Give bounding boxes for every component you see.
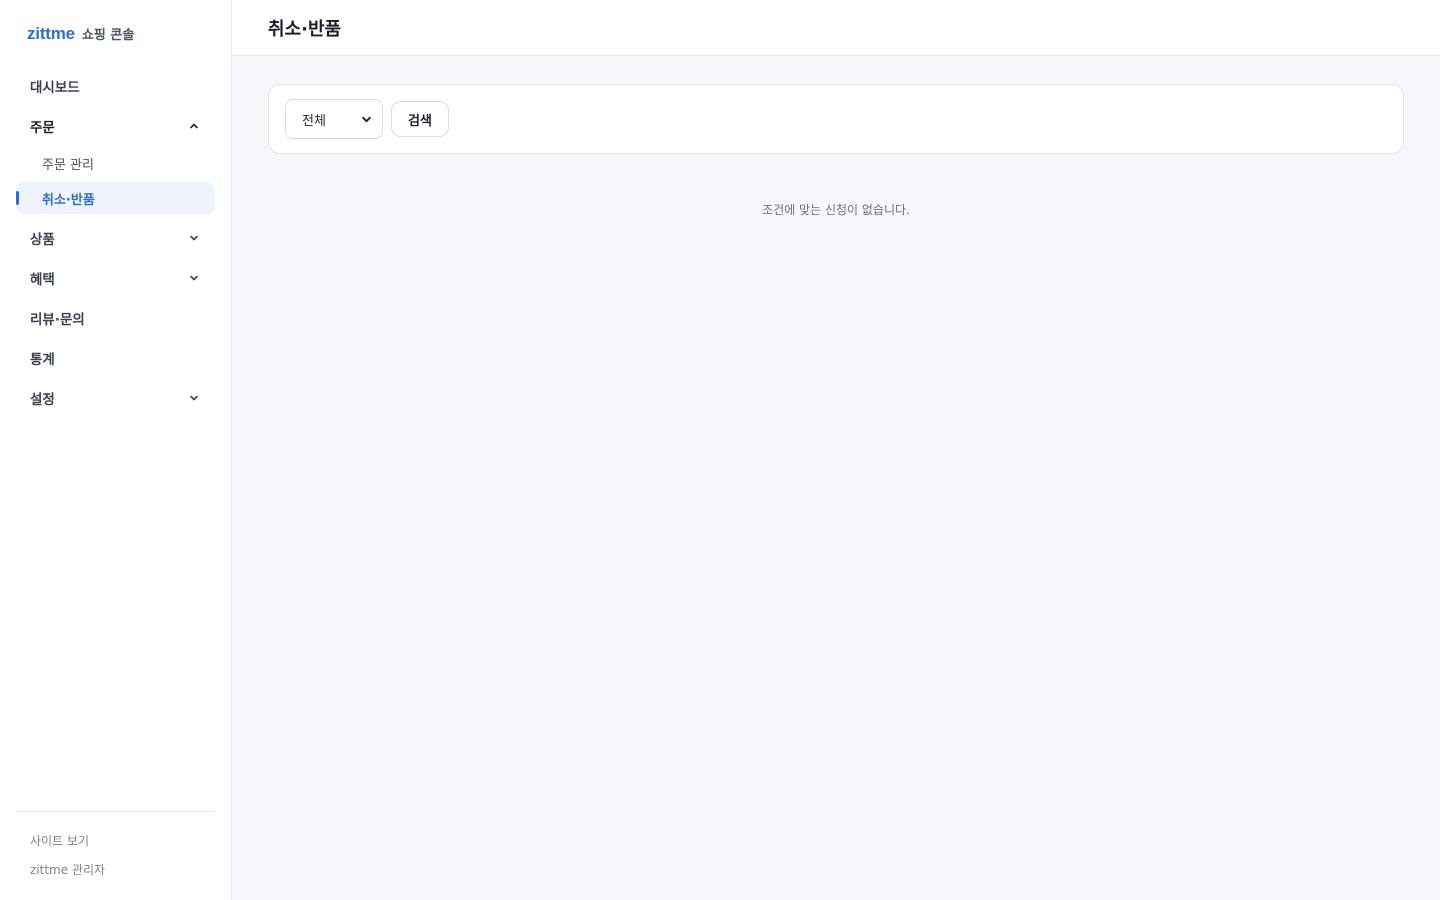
orders-submenu: 주문 관리 취소·반품 [16, 146, 215, 218]
chevron-down-icon [187, 231, 201, 245]
empty-state-message: 조건에 맞는 신청이 없습니다. [762, 203, 910, 217]
filter-card: 전체 검색 [268, 84, 1404, 154]
chevron-down-icon [187, 271, 201, 285]
view-site-link[interactable]: 사이트 보기 [16, 832, 215, 861]
sidebar-subitem-order-management[interactable]: 주문 관리 [16, 146, 215, 180]
sidebar-item-settings[interactable]: 설정 [16, 378, 215, 418]
sidebar-item-benefits[interactable]: 혜택 [16, 258, 215, 298]
sidebar-item-reviews[interactable]: 리뷰·문의 [16, 298, 215, 338]
search-button[interactable]: 검색 [391, 101, 449, 137]
sidebar-item-label: 주문 [30, 120, 55, 136]
active-indicator [16, 191, 19, 205]
chevron-up-icon [187, 119, 201, 133]
brand-subtitle: 쇼핑 콘솔 [81, 28, 135, 43]
top-bar: 취소·반품 [232, 0, 1440, 56]
sidebar-item-label: 통계 [30, 352, 55, 368]
chevron-down-icon [187, 391, 201, 405]
sidebar-item-label: 혜택 [30, 272, 55, 288]
admin-user-link[interactable]: zittme 관리자 [16, 861, 215, 890]
sidebar-item-products[interactable]: 상품 [16, 218, 215, 258]
sidebar-subitem-label: 주문 관리 [42, 157, 94, 173]
sidebar-item-label: 설정 [30, 392, 55, 408]
status-filter-select[interactable]: 전체 [285, 99, 383, 139]
sidebar-nav: 대시보드 주문 주문 관리 취소·반품 상품 혜택 리뷰·문의 통계 설정 [16, 66, 215, 418]
page-title: 취소·반품 [268, 19, 342, 40]
sidebar-footer: 사이트 보기 zittme 관리자 [16, 811, 215, 890]
sidebar-subitem-label: 취소·반품 [42, 192, 95, 208]
sidebar-subitem-cancel-return[interactable]: 취소·반품 [16, 182, 215, 214]
sidebar-item-label: 리뷰·문의 [30, 312, 85, 328]
chevron-down-icon [362, 116, 371, 122]
sidebar: zittme 쇼핑 콘솔 대시보드 주문 주문 관리 취소·반품 상품 혜택 리… [0, 0, 232, 900]
sidebar-item-label: 대시보드 [30, 80, 80, 96]
sidebar-item-label: 상품 [30, 232, 55, 248]
sidebar-item-orders[interactable]: 주문 [16, 106, 215, 146]
sidebar-item-dashboard[interactable]: 대시보드 [16, 66, 215, 106]
brand[interactable]: zittme 쇼핑 콘솔 [27, 24, 134, 44]
sidebar-item-stats[interactable]: 통계 [16, 338, 215, 378]
select-value: 전체 [302, 113, 326, 129]
brand-logo: zittme [27, 24, 75, 43]
